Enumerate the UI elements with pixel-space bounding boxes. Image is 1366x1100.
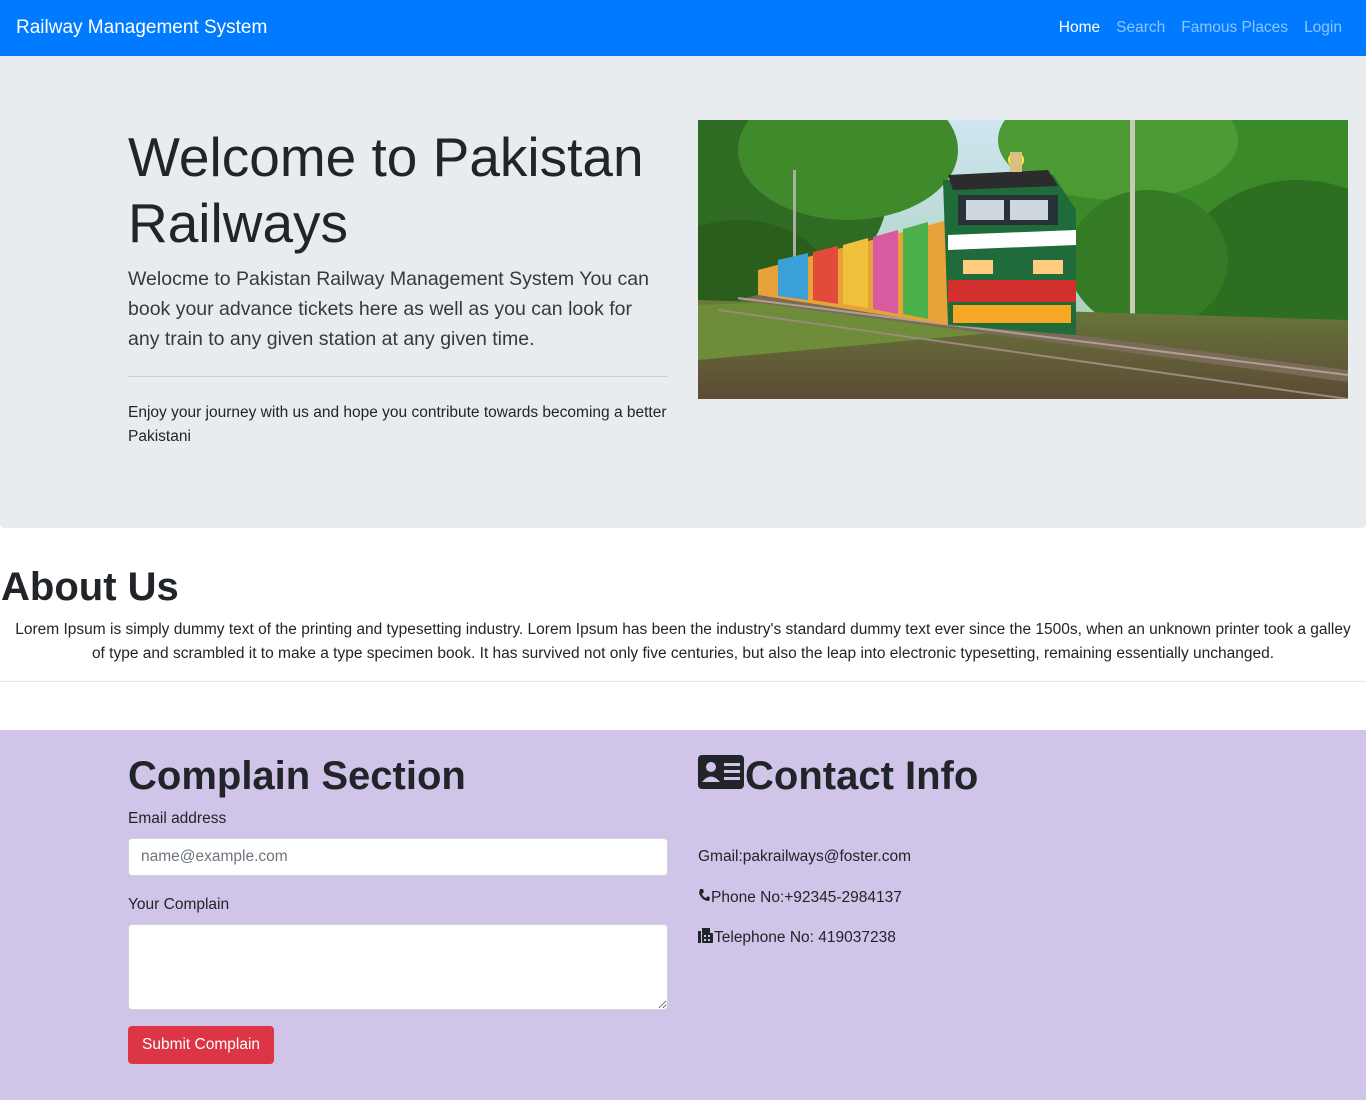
train-image <box>698 120 1348 399</box>
phone-icon <box>698 888 711 907</box>
contact-telephone: Telephone No: 419037238 <box>698 928 896 948</box>
nav-search[interactable]: Search <box>1108 19 1173 37</box>
contact-gmail: Gmail:pakrailways@foster.com <box>698 848 911 866</box>
nav-login[interactable]: Login <box>1296 19 1350 37</box>
complain-textarea[interactable] <box>128 924 668 1010</box>
contact-title-row: Contact Info <box>698 752 978 800</box>
contact-phone: Phone No:+92345-2984137 <box>698 888 902 907</box>
nav-links: Home Search Famous Places Login <box>1051 19 1350 37</box>
nav-famous-places[interactable]: Famous Places <box>1173 19 1296 37</box>
contact-title: Contact Info <box>745 754 979 798</box>
telephone-text: Telephone No: 419037238 <box>714 929 896 946</box>
gmail-text: Gmail:pakrailways@foster.com <box>698 848 911 865</box>
email-label: Email address <box>128 810 227 827</box>
complain-title: Complain Section <box>128 754 466 798</box>
phone-text: Phone No:+92345-2984137 <box>711 888 902 906</box>
about-text: Lorem Ipsum is simply dummy text of the … <box>15 621 1351 662</box>
hero-jumbotron: Welcome to Pakistan Railways Welocme to … <box>0 56 1366 528</box>
navbar: Railway Management System Home Search Fa… <box>0 0 1366 56</box>
fax-icon <box>698 928 714 948</box>
about-divider <box>0 681 1366 682</box>
email-input[interactable] <box>128 838 668 876</box>
complain-label: Your Complain <box>128 896 230 913</box>
nav-home[interactable]: Home <box>1051 19 1108 37</box>
hero-divider <box>128 376 668 377</box>
contact-section: Complain Section Email address Your Comp… <box>0 730 1366 1100</box>
brand-link[interactable]: Railway Management System <box>16 17 267 39</box>
address-card-icon <box>698 752 745 800</box>
hero-lead: Welocme to Pakistan Railway Management S… <box>128 268 649 350</box>
hero-text: Enjoy your journey with us and hope you … <box>128 404 667 445</box>
about-title: About Us <box>1 565 179 609</box>
hero-title: Welcome to Pakistan Railways <box>128 126 644 254</box>
submit-complain-button[interactable]: Submit Complain <box>128 1026 275 1064</box>
